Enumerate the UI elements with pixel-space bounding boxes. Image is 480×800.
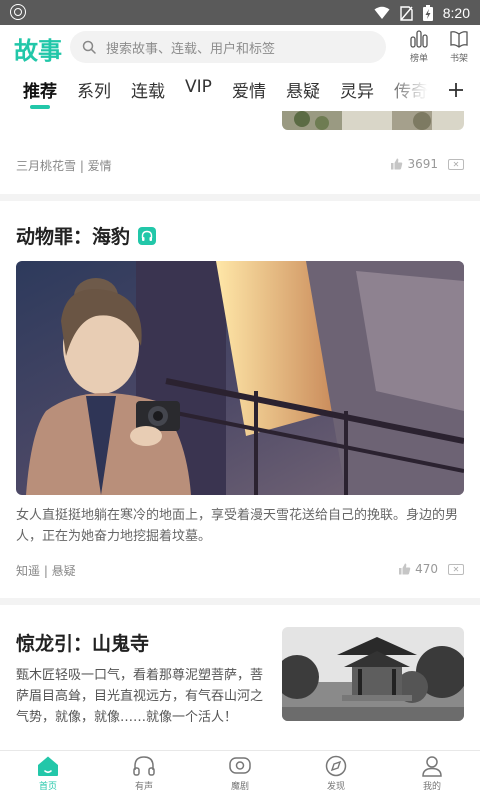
nav-discover[interactable]: 发现 xyxy=(306,755,366,799)
app-header: 故事 搜索故事、连载、用户和标签 榜单 书架 xyxy=(0,25,480,71)
headphones-icon xyxy=(133,756,155,776)
chat-bubble-icon xyxy=(229,757,251,774)
like-count[interactable]: 470 ✕ xyxy=(398,562,464,576)
tab-supernatural[interactable]: 灵异 xyxy=(340,77,374,102)
bottom-nav: 首页 有声 魔剧 发现 我的 xyxy=(0,750,480,800)
tab-recommend[interactable]: 推荐 xyxy=(23,77,57,102)
dismiss-icon[interactable]: ✕ xyxy=(448,158,464,170)
nav-drama[interactable]: 魔剧 xyxy=(210,755,270,799)
thumbs-up-icon xyxy=(399,563,411,575)
tab-romance[interactable]: 爱情 xyxy=(232,77,266,102)
story-thumbnail[interactable] xyxy=(282,627,464,721)
nav-home[interactable]: 首页 xyxy=(18,755,78,799)
story-description: 女人直挺挺地躺在寒冷的地面上，享受着漫天雪花送给自己的挽联。身边的男人，正在为她… xyxy=(16,508,459,544)
category-tabs: 推荐 系列 连载 VIP 爱情 悬疑 灵异 传奇 xyxy=(0,71,480,111)
battery-charging-icon xyxy=(422,5,433,21)
nav-drama-label: 魔剧 xyxy=(230,782,249,792)
ranking-icon xyxy=(410,30,428,48)
story-cover-image[interactable] xyxy=(16,261,464,495)
add-tab-button[interactable] xyxy=(442,73,470,107)
bookshelf-button[interactable]: 书架 xyxy=(441,29,477,67)
search-icon xyxy=(76,31,102,63)
story-title[interactable]: 惊龙引：山鬼寺 xyxy=(16,629,149,656)
nav-audio[interactable]: 有声 xyxy=(114,755,174,799)
status-time: 8:20 xyxy=(442,5,470,21)
story-meta: 三月桃花雪 | 爱情 xyxy=(16,159,112,173)
sync-icon xyxy=(10,4,26,20)
feed-divider xyxy=(0,194,480,201)
search-input[interactable]: 搜索故事、连载、用户和标签 xyxy=(70,31,386,63)
dismiss-icon[interactable]: ✕ xyxy=(448,563,464,575)
story-title-text: 动物罪：海豹 xyxy=(16,226,131,248)
ranking-button[interactable]: 榜单 xyxy=(401,29,437,67)
thumbs-up-icon xyxy=(391,158,403,170)
tab-serial[interactable]: 连载 xyxy=(131,77,165,102)
home-icon xyxy=(38,756,58,776)
ranking-label: 榜单 xyxy=(409,54,428,64)
wifi-icon xyxy=(374,6,390,19)
story-thumbnail[interactable] xyxy=(282,111,464,130)
story-description: 甄木匠轻吸一口气，看着那尊泥塑菩萨，菩萨眉目高耸，目光直视远方，有气吞山河之气势… xyxy=(16,668,264,725)
story-title-text: 惊龙引：山鬼寺 xyxy=(16,633,150,655)
like-count-value: 470 xyxy=(415,562,438,576)
tab-mystery[interactable]: 悬疑 xyxy=(286,77,320,102)
no-sim-icon xyxy=(400,5,413,21)
app-logo: 故事 xyxy=(14,37,62,65)
tab-series[interactable]: 系列 xyxy=(77,77,111,102)
compass-icon xyxy=(325,755,347,777)
book-icon xyxy=(450,31,468,48)
status-bar: 8:20 xyxy=(0,0,480,25)
plus-icon xyxy=(449,83,463,97)
user-icon xyxy=(422,756,442,777)
story-meta: 知遥 | 悬疑 xyxy=(16,564,76,578)
search-placeholder: 搜索故事、连载、用户和标签 xyxy=(106,41,276,57)
bookshelf-label: 书架 xyxy=(449,54,468,64)
nav-home-label: 首页 xyxy=(38,782,57,792)
story-feed[interactable]: 三月桃花雪 | 爱情 3691 ✕ 动物罪：海豹 女人直挺挺地躺在寒冷的地面上，… xyxy=(0,111,480,750)
like-count-value: 3691 xyxy=(407,157,438,171)
story-title[interactable]: 动物罪：海豹 xyxy=(16,222,157,249)
like-count[interactable]: 3691 ✕ xyxy=(390,157,464,171)
nav-audio-label: 有声 xyxy=(134,782,153,792)
feed-divider xyxy=(0,598,480,605)
nav-profile-label: 我的 xyxy=(422,782,441,792)
tab-indicator xyxy=(30,105,50,109)
nav-profile[interactable]: 我的 xyxy=(402,755,462,799)
nav-discover-label: 发现 xyxy=(326,782,345,792)
headphones-icon xyxy=(138,226,157,245)
tab-vip[interactable]: VIP xyxy=(185,77,212,97)
